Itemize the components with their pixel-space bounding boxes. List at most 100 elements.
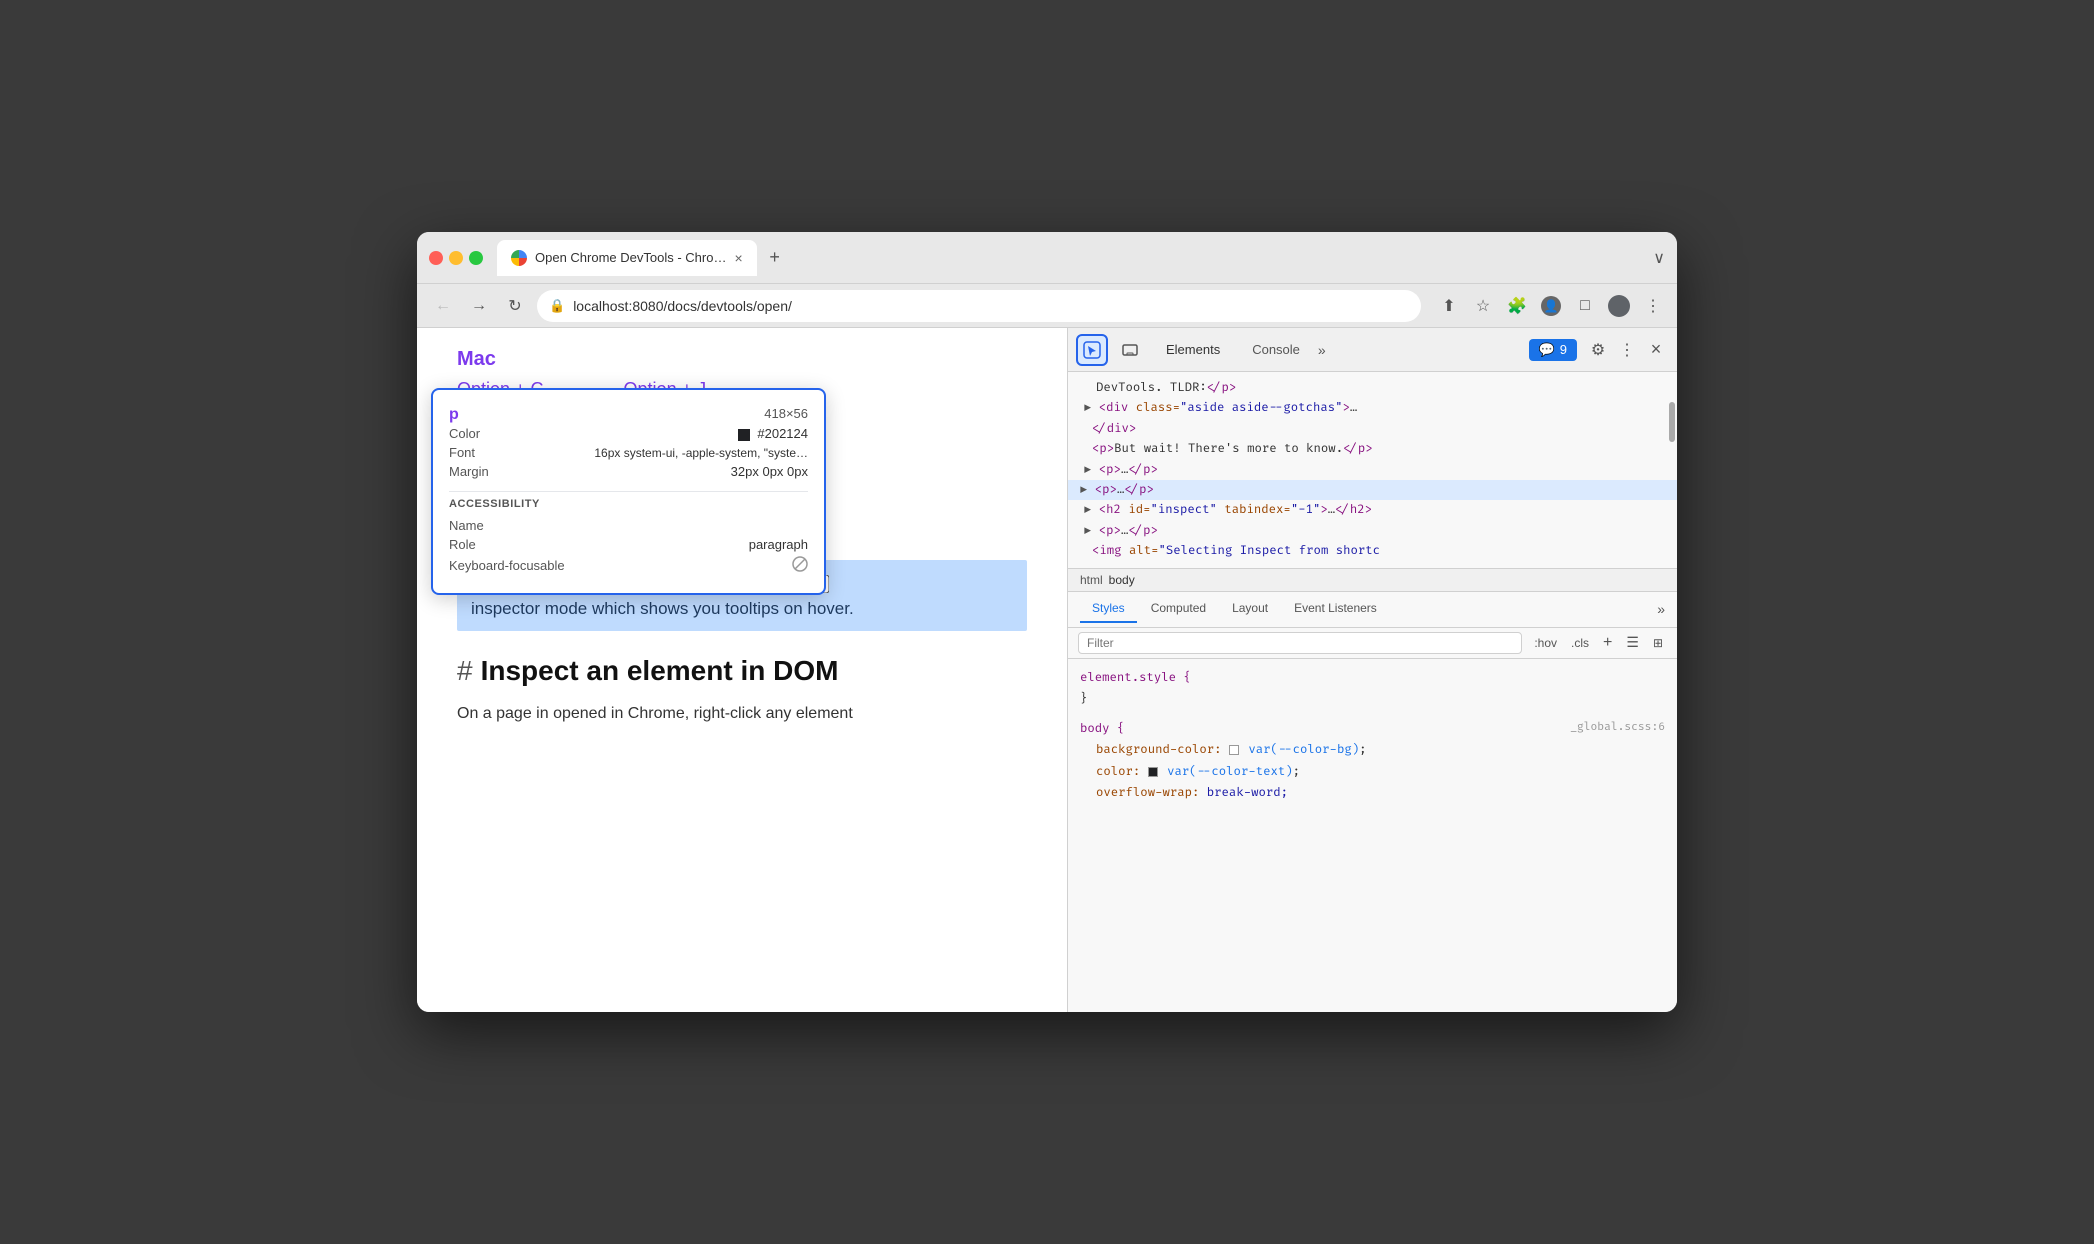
hov-button[interactable]: :hov	[1530, 634, 1561, 652]
new-tab-button[interactable]: +	[761, 244, 789, 272]
css-prop-bgcolor: background-color: var(--color-bg);	[1080, 739, 1665, 761]
dom-scrollbar[interactable]	[1669, 402, 1675, 442]
devtools-close-button[interactable]: ×	[1643, 337, 1669, 363]
address-bar: ← → ↻ 🔒 localhost:8080/docs/devtools/ope…	[417, 284, 1677, 328]
page-paragraph: On a page in opened in Chrome, right-cli…	[457, 701, 1027, 727]
styles-tab-event-listeners[interactable]: Event Listeners	[1282, 595, 1389, 623]
devtools-topbar: Elements Console » 💬 9 ⚙ ⋮ ×	[1068, 328, 1677, 372]
tab-title: Open Chrome DevTools - Chro…	[535, 250, 726, 265]
reload-button[interactable]: ↻	[501, 292, 529, 320]
title-bar: Open Chrome DevTools - Chro… × + ∨	[417, 232, 1677, 284]
styles-tab-styles[interactable]: Styles	[1080, 595, 1137, 623]
dom-line-1: DevTools. TLDR:</p>	[1080, 378, 1665, 398]
device-icon[interactable]: □	[1573, 294, 1597, 318]
tooltip-color-value: #202124	[738, 426, 808, 441]
highlight-text-4: inspector mode which shows you tooltips …	[471, 599, 854, 618]
back-button[interactable]: ←	[429, 292, 457, 320]
dom-tree: DevTools. TLDR:</p> ▶ <div class="aside …	[1068, 372, 1677, 569]
extensions-icon[interactable]: 🧩	[1505, 294, 1529, 318]
more-menu-icon[interactable]: ⋮	[1641, 294, 1665, 318]
css-selector-body: body { _global.scss:6	[1080, 718, 1665, 740]
toggle-button[interactable]: ☰	[1622, 632, 1643, 653]
css-selector-element-style: element.style {	[1080, 667, 1665, 689]
styles-tab-computed[interactable]: Computed	[1139, 595, 1218, 623]
close-button[interactable]	[429, 251, 443, 265]
styles-more-tabs[interactable]: »	[1657, 601, 1665, 617]
styles-code: element.style { } body { _global.scss:6 …	[1068, 659, 1677, 1012]
dom-line-selected[interactable]: ▶ <p>…</p>	[1080, 480, 1665, 500]
styles-panel: Styles Computed Layout Event Listeners »…	[1068, 592, 1677, 1012]
devtools-inspect-button[interactable]	[1076, 334, 1108, 366]
bookmark-icon[interactable]: ☆	[1471, 294, 1495, 318]
color-swatch-2	[1148, 767, 1158, 777]
tooltip-keyboard-row: Keyboard-focusable	[449, 554, 808, 577]
accessibility-title: ACCESSIBILITY	[449, 498, 808, 510]
tooltip-divider	[449, 491, 808, 492]
devtools-more-menu[interactable]: ⋮	[1619, 340, 1635, 360]
cls-button[interactable]: .cls	[1567, 634, 1593, 652]
styles-tab-layout[interactable]: Layout	[1220, 595, 1280, 623]
tooltip-header: 418×56 p	[449, 406, 808, 424]
mac-label: Mac	[457, 348, 1027, 371]
css-block-element-style: element.style { }	[1080, 667, 1665, 710]
tab-menu-icon[interactable]: ∨	[1653, 248, 1665, 268]
layout-button[interactable]: ⊞	[1649, 634, 1667, 652]
page-heading: # Inspect an element in DOM	[457, 655, 1027, 687]
browser-window: Open Chrome DevTools - Chro… × + ∨ ← → ↻…	[417, 232, 1677, 1012]
styles-tabs: Styles Computed Layout Event Listeners »	[1068, 592, 1677, 628]
url-text: localhost:8080/docs/devtools/open/	[573, 298, 1409, 314]
active-tab[interactable]: Open Chrome DevTools - Chro… ×	[497, 240, 757, 276]
bgcolor-swatch	[1229, 745, 1239, 755]
tooltip-font-row: Font 16px system-ui, -apple-system, "sys…	[449, 443, 808, 462]
devtools-more-tabs[interactable]: »	[1318, 342, 1326, 358]
css-block-body: body { _global.scss:6 background-color: …	[1080, 718, 1665, 804]
chat-count: 9	[1560, 342, 1567, 357]
toolbar-icons: ⬆ ☆ 🧩 👤 □ ⋮	[1437, 294, 1665, 318]
devtools-tabs: Elements Console »	[1152, 338, 1521, 361]
fullscreen-button[interactable]	[469, 251, 483, 265]
dom-line-2[interactable]: ▶ <div class="aside aside--gotchas">…	[1080, 398, 1665, 418]
tab-favicon	[511, 250, 527, 266]
tooltip-keyboard-icon	[792, 556, 808, 575]
breadcrumb: html body	[1068, 569, 1677, 592]
breadcrumb-body[interactable]: body	[1109, 573, 1135, 587]
dom-line-5[interactable]: ▶ <p>…</p>	[1080, 460, 1665, 480]
url-bar[interactable]: 🔒 localhost:8080/docs/devtools/open/	[537, 290, 1421, 322]
css-close-element-style: }	[1080, 688, 1665, 710]
tooltip-role-value: paragraph	[749, 537, 808, 552]
dom-line-4[interactable]: <p>But wait! There's more to know.</p>	[1080, 439, 1665, 459]
forward-button[interactable]: →	[465, 292, 493, 320]
devtools-device-button[interactable]	[1116, 336, 1144, 364]
element-tooltip: 418×56 p Color #202124 Font 16px system-…	[431, 388, 826, 595]
minimize-button[interactable]	[449, 251, 463, 265]
css-source: _global.scss:6	[1570, 718, 1665, 738]
dom-line-7[interactable]: ▶ <p>…</p>	[1080, 521, 1665, 541]
tooltip-keyboard-label: Keyboard-focusable	[449, 558, 565, 573]
styles-filter-bar: :hov .cls + ☰ ⊞	[1068, 628, 1677, 659]
tooltip-margin-value: 32px 0px 0px	[731, 464, 808, 479]
profile-icon[interactable]: 👤	[1539, 294, 1563, 318]
devtools-settings-button[interactable]: ⚙	[1585, 337, 1611, 363]
devtools-chat-button[interactable]: 💬 9	[1529, 339, 1577, 361]
dom-line-8[interactable]: <img alt="Selecting Inspect from shortc	[1080, 541, 1665, 561]
tooltip-color-row: Color #202124	[449, 424, 808, 443]
tabs-area: Open Chrome DevTools - Chro… × +	[497, 240, 1645, 276]
share-icon[interactable]: ⬆	[1437, 294, 1461, 318]
tooltip-role-label: Role	[449, 537, 476, 552]
styles-filter-buttons: :hov .cls + ☰ ⊞	[1530, 632, 1667, 654]
devtools-tab-console[interactable]: Console	[1238, 338, 1314, 361]
styles-filter-input[interactable]	[1078, 632, 1522, 654]
responsive-icon	[1121, 341, 1139, 359]
color-swatch	[738, 429, 750, 441]
avatar-icon[interactable]	[1607, 294, 1631, 318]
add-rule-button[interactable]: +	[1599, 632, 1616, 654]
dom-line-6[interactable]: ▶ <h2 id="inspect" tabindex="-1">…</h2>	[1080, 500, 1665, 520]
hash-symbol: #	[457, 655, 473, 687]
inspect-cursor-icon	[1083, 341, 1101, 359]
tab-close-icon[interactable]: ×	[734, 250, 742, 266]
heading-text: Inspect an element in DOM	[481, 655, 839, 687]
breadcrumb-html[interactable]: html	[1080, 573, 1103, 587]
tooltip-name-row: Name	[449, 516, 808, 535]
devtools-tab-elements[interactable]: Elements	[1152, 338, 1234, 361]
tooltip-dimensions: 418×56	[764, 406, 808, 421]
